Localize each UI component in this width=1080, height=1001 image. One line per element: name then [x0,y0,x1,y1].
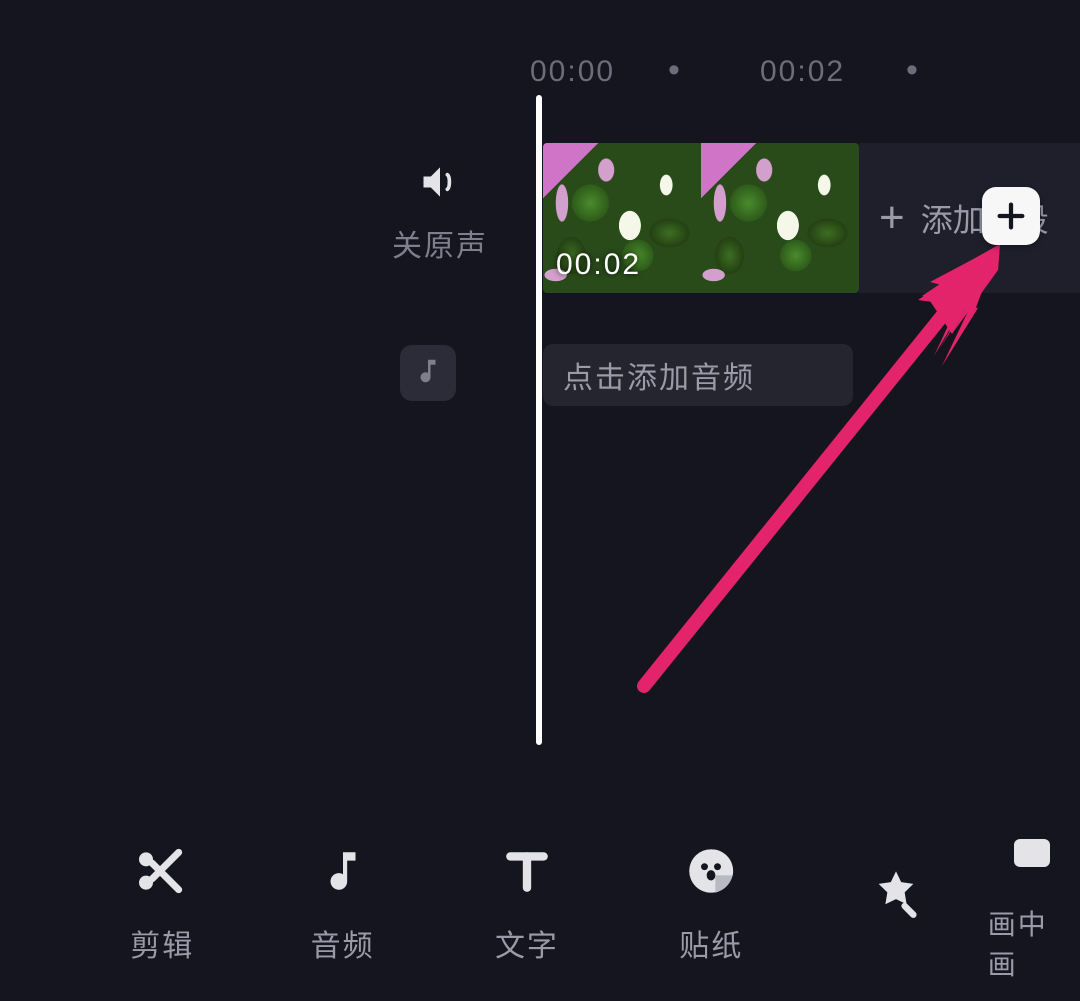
toolbar-pip-label: 画中画 [988,903,1076,983]
ruler-mark-0: 00:00 [530,55,615,89]
music-note-icon [315,843,371,899]
clip-thumbnail [701,143,859,293]
toolbar-cut-label: 剪辑 [130,921,194,965]
add-clip-fab[interactable] [982,187,1040,245]
add-audio-label: 点击添加音频 [563,353,755,397]
toolbar-pip[interactable]: 画中画 [988,825,1076,983]
text-icon [499,843,555,899]
toolbar-sticker[interactable]: 贴纸 [619,843,803,965]
audio-track-icon-button[interactable] [400,345,456,401]
sparkle-star-icon [868,865,924,921]
plus-icon [994,199,1028,233]
toolbar-text-label: 文字 [495,921,559,965]
toolbar-audio-label: 音频 [311,921,375,965]
add-audio-button[interactable]: 点击添加音频 [543,344,853,406]
playhead[interactable] [536,95,542,745]
toolbar-cut[interactable]: 剪辑 [74,843,250,965]
toolbar-sticker-label: 贴纸 [679,921,743,965]
toolbar-audio[interactable]: 音频 [250,843,434,965]
mute-original-button[interactable]: 关原声 [380,160,500,265]
ruler-mark-2: 00:02 [760,55,845,89]
mute-label: 关原声 [392,221,488,265]
volume-icon [418,160,462,209]
sticker-icon [683,843,739,899]
plus-icon: + [879,196,905,240]
toolbar-text[interactable]: 文字 [435,843,619,965]
toolbar-effects[interactable] [803,865,987,943]
scissors-icon [132,843,188,899]
ruler-tick-3: • [906,51,920,90]
bottom-toolbar: 剪辑 音频 文字 [0,816,1080,991]
annotation-arrow [600,238,1020,718]
add-clip-button[interactable]: + 添加片段 [859,143,1080,293]
music-note-icon [413,356,443,391]
pip-icon [1004,825,1060,881]
clip-duration-label: 00:02 [556,248,641,282]
ruler-tick-1: • [668,51,682,90]
